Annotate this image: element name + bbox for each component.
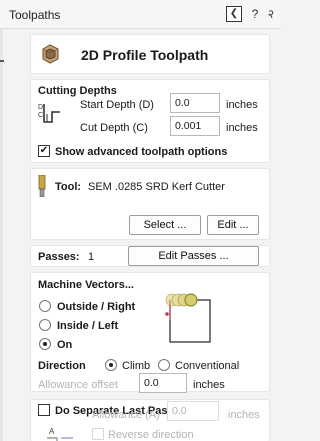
machine-vectors-panel: Machine Vectors... Outside / Right Insid… [30, 272, 270, 393]
direction-label: Direction [38, 360, 86, 372]
advanced-options-label: Show advanced toolpath options [55, 146, 228, 158]
inside-left-label: Inside / Left [57, 320, 119, 332]
svg-text:A: A [49, 427, 55, 436]
reverse-direction-checkbox[interactable] [92, 428, 104, 440]
cutting-depths-panel: Cutting Depths D C Start Depth (D) 0.0 i… [30, 79, 270, 163]
climb-radio[interactable] [105, 359, 117, 371]
edit-passes-button[interactable]: Edit Passes ... [128, 246, 259, 266]
allowance-offset-label: Allowance offset [38, 379, 118, 391]
start-depth-label: Start Depth (D) [80, 99, 154, 111]
passes-label: Passes: [38, 251, 80, 263]
toolpath-title: 2D Profile Toolpath [81, 47, 209, 63]
inside-left-radio[interactable] [39, 319, 51, 331]
start-depth-input[interactable]: 0.0 [170, 93, 220, 113]
last-pass-allowance-input[interactable]: 0.0 [167, 401, 219, 421]
separate-last-pass-checkbox[interactable] [38, 404, 50, 416]
on-label: On [57, 339, 73, 351]
left-edge-strip [0, 29, 3, 441]
last-pass-diagram-icon: A [47, 427, 73, 441]
advanced-options-checkbox[interactable]: ✔ [38, 145, 50, 157]
svg-text:D: D [38, 104, 43, 111]
tool-panel: Tool: SEM .0285 SRD Kerf Cutter Select .… [30, 168, 270, 240]
climb-label: Climb [122, 360, 151, 372]
outside-right-radio[interactable] [39, 300, 51, 312]
cut-depth-unit: inches [226, 122, 258, 134]
on-radio[interactable] [39, 338, 51, 350]
conventional-radio[interactable] [158, 359, 170, 371]
last-pass-allowance-label: Allowance (A) [92, 409, 160, 421]
tool-bit-icon [38, 175, 46, 197]
reverse-direction-label: Reverse direction [108, 429, 194, 441]
outside-right-label: Outside / Right [57, 301, 136, 313]
allowance-offset-input[interactable]: 0.0 [139, 373, 187, 393]
left-edge-marker [0, 60, 4, 62]
depth-diagram-icon: D C [38, 104, 60, 123]
conventional-label: Conventional [175, 360, 240, 372]
panel-titlebar: Toolpaths ❮ ? २ [0, 0, 281, 29]
collapse-left-icon[interactable]: ❮ [226, 6, 242, 22]
help-icon[interactable]: ? [250, 6, 260, 22]
vector-preview-diagram [165, 293, 211, 343]
tool-name: SEM .0285 SRD Kerf Cutter [88, 181, 225, 193]
panel-title: Toolpaths [9, 8, 61, 22]
passes-value: 1 [88, 251, 95, 263]
machine-vectors-heading: Machine Vectors... [38, 279, 134, 291]
allowance-offset-unit: inches [193, 379, 225, 391]
select-tool-button[interactable]: Select ... [129, 215, 201, 235]
profile-toolpath-icon [42, 44, 59, 64]
cut-depth-label: Cut Depth (C) [80, 122, 148, 134]
cutting-depths-heading: Cutting Depths [38, 85, 117, 97]
passes-panel: Passes: 1 Edit Passes ... [30, 245, 270, 267]
edit-tool-button[interactable]: Edit ... [207, 215, 259, 235]
cut-depth-input[interactable]: 0.001 [170, 116, 220, 136]
last-pass-allowance-unit: inches [228, 409, 260, 421]
start-depth-unit: inches [226, 99, 258, 111]
tool-label: Tool: [55, 181, 82, 193]
toolpath-header: 2D Profile Toolpath [30, 34, 270, 74]
svg-text:C: C [38, 112, 43, 119]
pin-icon[interactable]: २ [266, 6, 276, 22]
